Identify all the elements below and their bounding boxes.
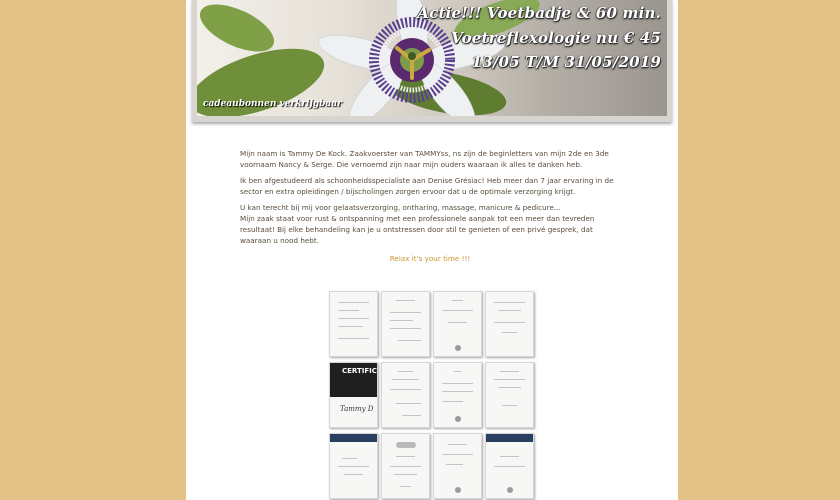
intro-text: Mijn naam is Tammy De Kock. Zaakvoerster… xyxy=(240,148,620,269)
relax-slogan: Relax it's your time !!! xyxy=(389,254,471,263)
promo-line-3: 13/05 T/M 31/05/2019 xyxy=(471,53,661,71)
certificate-signature: Tammy D xyxy=(340,405,374,413)
intro-paragraph-2: Ik ben afgestudeerd als schoonheidsspeci… xyxy=(240,176,614,196)
promo-line-1: Actie!!! Voetbadje & 60 min. xyxy=(417,4,661,22)
certificate-thumbnail[interactable]: CERTIFIC Tammy D xyxy=(329,362,378,428)
certificate-thumbnail[interactable] xyxy=(381,291,430,357)
certificate-thumbnail[interactable] xyxy=(433,291,482,357)
certificate-thumbnail[interactable] xyxy=(381,362,430,428)
certificate-thumbnail[interactable] xyxy=(381,433,430,499)
promo-banner[interactable]: Actie!!! Voetbadje & 60 min. Voetreflexo… xyxy=(197,0,667,116)
gift-voucher-tag: cadeaubonnen verkrijgbaar xyxy=(203,99,342,109)
promo-line-2: Voetreflexologie nu € 45 xyxy=(451,29,661,47)
certificate-title: CERTIFIC xyxy=(342,367,377,375)
certificate-thumbnail[interactable] xyxy=(433,433,482,499)
certificate-thumbnail[interactable] xyxy=(485,362,534,428)
intro-paragraph-1: Mijn naam is Tammy De Kock. Zaakvoerster… xyxy=(240,149,609,169)
certificate-thumbnail[interactable] xyxy=(485,291,534,357)
services-line: U kan terecht bij mij voor gelaatsverzor… xyxy=(240,203,561,212)
certificate-thumbnail[interactable] xyxy=(433,362,482,428)
certificate-thumbnail[interactable] xyxy=(329,291,378,357)
certificate-thumbnail[interactable] xyxy=(329,433,378,499)
intro-paragraph-3: Mijn zaak staat voor rust & ontspanning … xyxy=(240,214,595,245)
certificate-thumbnail[interactable] xyxy=(485,433,534,499)
certificates-gallery: CERTIFIC Tammy D xyxy=(329,291,537,499)
